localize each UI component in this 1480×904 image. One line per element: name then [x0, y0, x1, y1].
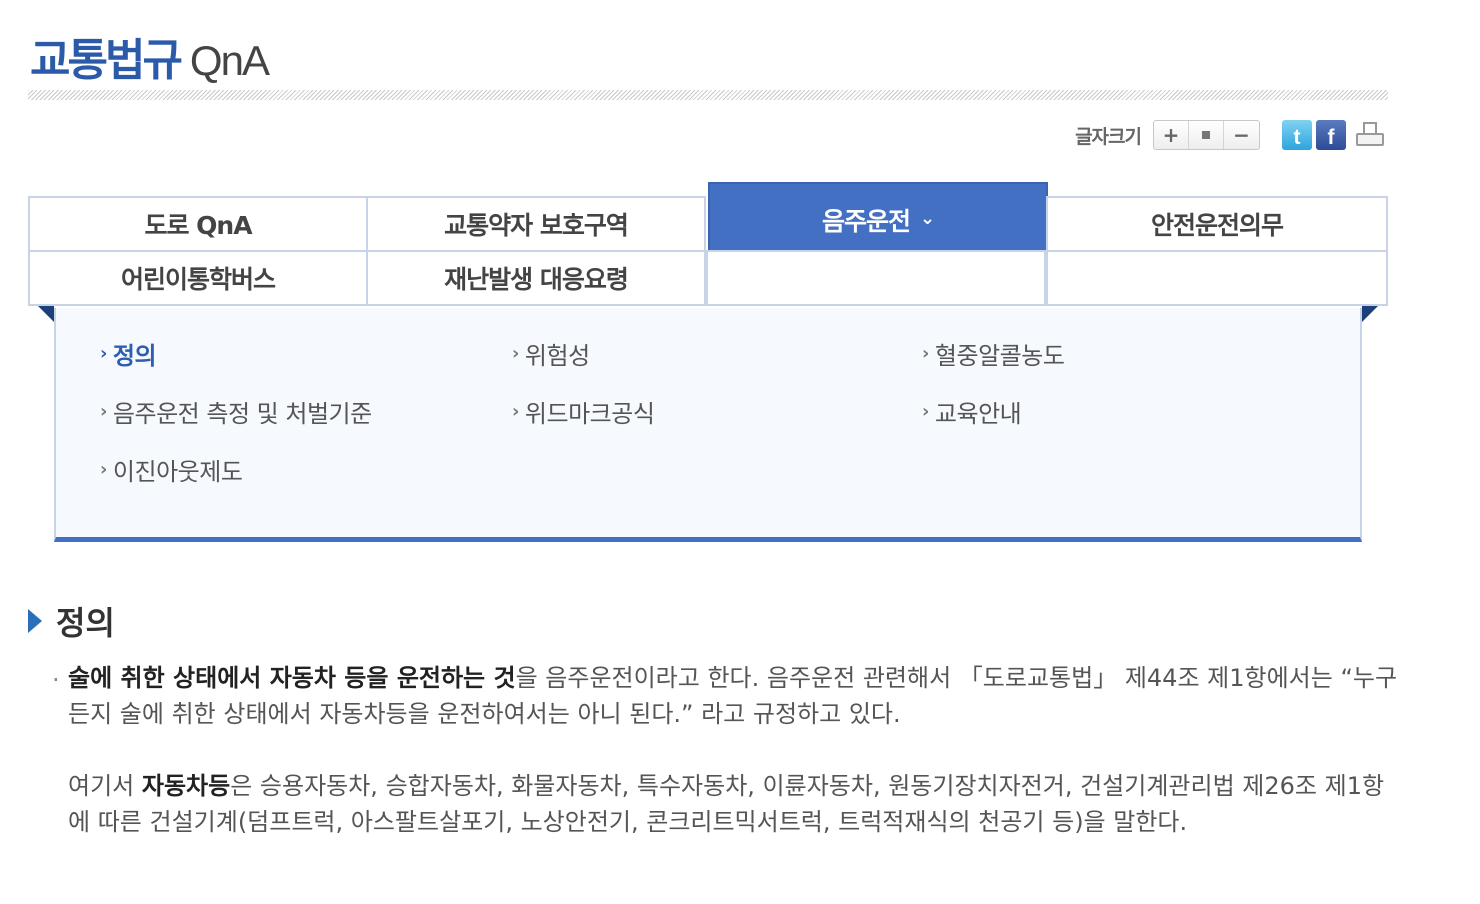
tab-school-bus[interactable]: 어린이통학버스 — [28, 250, 368, 306]
category-tabs: 도로 QnA 교통약자 보호구역 음주운전 ⌄ 안전운전의무 어린이통학버스 재… — [28, 182, 1388, 308]
chevron-right-icon: › — [922, 401, 929, 422]
section-content: · 술에 취한 상태에서 자동차 등을 운전하는 것을 음주운전이라고 한다. … — [52, 660, 1398, 840]
heading-bullet-icon — [28, 609, 42, 633]
page-title: 교통법규 QnA — [30, 24, 270, 86]
tab-empty-2 — [1046, 250, 1388, 306]
reset-icon — [1202, 131, 1210, 139]
section-title: 정의 — [56, 604, 115, 642]
chevron-right-icon: › — [922, 343, 929, 364]
submenu-item-two-strikes[interactable]: › 이진아웃제도 — [100, 452, 243, 487]
chevron-right-icon: › — [512, 343, 519, 364]
panel-corner-left — [38, 306, 54, 322]
page-title-en: QnA — [189, 37, 270, 84]
title-divider — [28, 90, 1388, 100]
definition-paragraph: 술에 취한 상태에서 자동차 등을 운전하는 것을 음주운전이라고 한다. 음주… — [68, 664, 1398, 728]
font-increase-button[interactable]: + — [1154, 121, 1189, 149]
chevron-right-icon: › — [100, 401, 107, 422]
submenu-item-measure-penalty[interactable]: › 음주운전 측정 및 처벌기준 — [100, 394, 372, 429]
font-reset-button[interactable] — [1189, 121, 1224, 149]
submenu-panel: › 정의 › 위험성 › 혈중알콜농도 › 음주운전 측정 및 처벌기준 › 위드마크공식… — [38, 306, 1378, 542]
font-size-controls: + − — [1153, 120, 1260, 150]
tab-drunk-driving[interactable]: 음주운전 ⌄ — [708, 182, 1048, 252]
submenu-item-definition[interactable]: › 정의 — [100, 336, 157, 371]
chevron-right-icon: › — [512, 401, 519, 422]
tab-vulnerable-zone[interactable]: 교통약자 보호구역 — [366, 196, 706, 252]
chevron-down-icon: ⌄ — [919, 208, 935, 229]
font-size-label: 글자크기 — [1075, 125, 1142, 148]
panel-corner-right — [1362, 306, 1378, 322]
facebook-icon[interactable]: f — [1316, 120, 1346, 150]
chevron-right-icon: › — [100, 459, 107, 480]
section-heading: 정의 — [28, 598, 115, 644]
tab-safe-driving-duty[interactable]: 안전운전의무 — [1046, 196, 1388, 252]
submenu-item-danger[interactable]: › 위험성 — [512, 336, 590, 371]
chevron-right-icon: › — [100, 343, 107, 364]
page-title-ko: 교통법규 — [30, 35, 183, 86]
minus-icon: − — [1233, 123, 1250, 147]
toolbar: 글자크기 + − t f — [1075, 118, 1388, 152]
submenu-item-bac[interactable]: › 혈중알콜농도 — [922, 336, 1065, 371]
submenu-item-widmark[interactable]: › 위드마크공식 — [512, 394, 655, 429]
tab-road-qna[interactable]: 도로 QnA — [28, 196, 368, 252]
tab-disaster-response[interactable]: 재난발생 대응요령 — [366, 250, 706, 306]
submenu-item-education[interactable]: › 교육안내 — [922, 394, 1022, 429]
twitter-icon[interactable]: t — [1282, 120, 1312, 150]
list-bullet: · — [52, 666, 60, 694]
font-decrease-button[interactable]: − — [1224, 121, 1259, 149]
vehicles-paragraph: 여기서 자동차등은 승용자동차, 승합자동차, 화물자동차, 특수자동차, 이륜… — [68, 772, 1385, 836]
plus-icon: + — [1162, 123, 1180, 147]
tab-empty-1 — [706, 250, 1046, 306]
share-buttons: t f — [1282, 120, 1346, 150]
print-icon[interactable] — [1354, 120, 1388, 150]
